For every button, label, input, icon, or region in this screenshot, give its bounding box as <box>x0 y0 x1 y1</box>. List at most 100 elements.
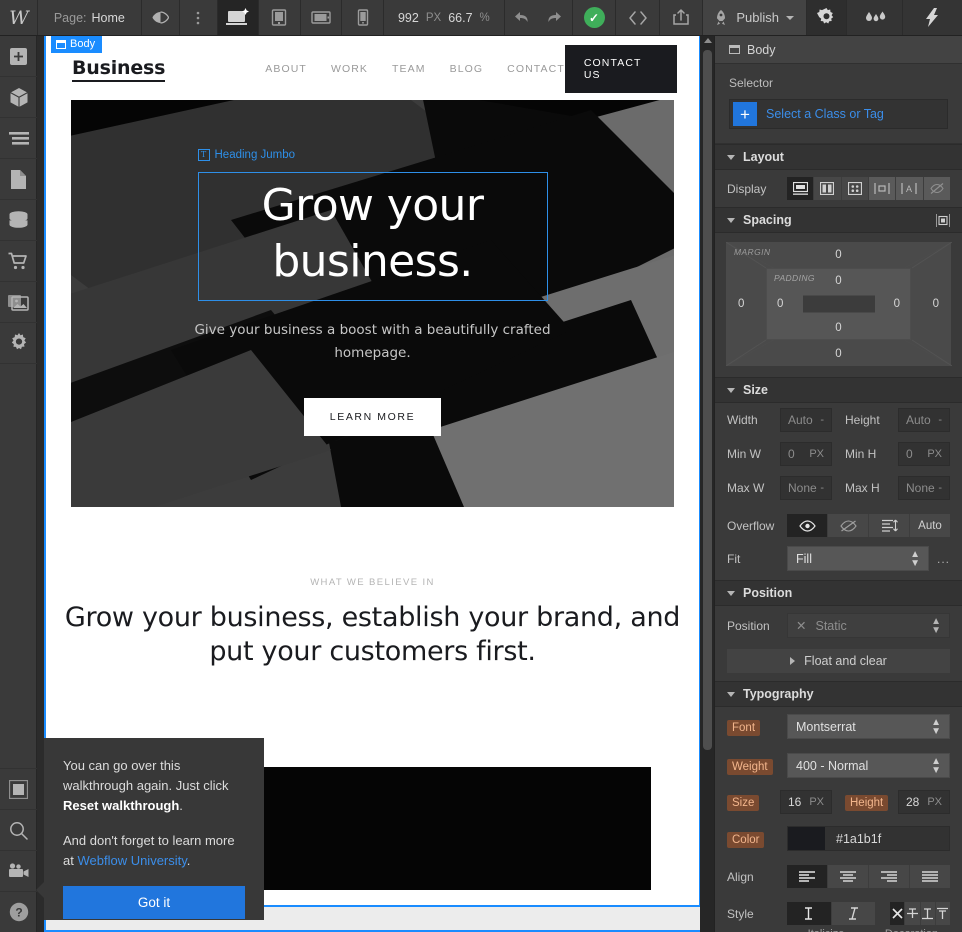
hero-subtext[interactable]: Give your business a boost with a beauti… <box>193 319 553 365</box>
hero-heading[interactable]: Grow your business. <box>199 178 547 290</box>
believe-section[interactable]: WHAT WE BELIEVE IN Grow your business, e… <box>46 507 699 669</box>
text-color-input[interactable]: #1a1b1f <box>787 826 950 851</box>
align-center-button[interactable] <box>828 865 869 888</box>
margin-right-value[interactable]: 0 <box>933 298 939 310</box>
section-header-layout[interactable]: Layout <box>715 144 962 170</box>
contact-us-button[interactable]: CONTACT US <box>564 45 677 93</box>
padding-bottom-value[interactable]: 0 <box>835 322 841 334</box>
padding-top-value[interactable]: 0 <box>835 275 841 287</box>
min-width-input[interactable]: 0 PX <box>780 442 832 466</box>
font-weight-select[interactable]: 400 - Normal ▲ ▼ <box>787 753 950 778</box>
sidebar-item-pages[interactable] <box>0 159 37 200</box>
padding-right-value[interactable]: 0 <box>894 298 900 310</box>
display-inline-block-button[interactable] <box>868 177 897 200</box>
device-tablet-landscape-button[interactable] <box>301 0 343 35</box>
position-select[interactable]: ✕ Static ▲ ▼ <box>787 613 950 638</box>
undo-arrow-icon[interactable] <box>514 11 531 24</box>
no-italic-button[interactable] <box>787 902 832 925</box>
overline-button[interactable] <box>935 902 950 925</box>
color-swatch[interactable] <box>788 827 825 850</box>
display-inline-button[interactable]: A <box>896 177 924 200</box>
device-tablet-button[interactable] <box>259 0 301 35</box>
display-grid-button[interactable] <box>841 177 869 200</box>
nav-link-blog[interactable]: BLOG <box>450 63 484 75</box>
display-none-button[interactable] <box>923 177 950 200</box>
align-left-button[interactable] <box>787 865 828 888</box>
margin-left-value[interactable]: 0 <box>738 298 744 310</box>
display-block-button[interactable] <box>787 177 815 200</box>
fit-select[interactable]: Fill ▲ ▼ <box>787 546 929 571</box>
sidebar-item-search[interactable] <box>0 809 37 850</box>
overflow-scroll-button[interactable] <box>869 514 910 537</box>
margin-bottom-value[interactable]: 0 <box>835 348 841 360</box>
project-settings-button[interactable] <box>806 0 847 35</box>
display-flex-button[interactable] <box>814 177 842 200</box>
margin-top-value[interactable]: 0 <box>835 249 841 261</box>
no-decoration-button[interactable] <box>890 902 906 925</box>
width-input[interactable]: Auto - <box>780 408 832 432</box>
line-height-input[interactable]: 28 PX <box>898 790 950 814</box>
font-size-input[interactable]: 16 PX <box>780 790 832 814</box>
canvas-scroll-thumb[interactable] <box>703 50 712 750</box>
save-status-button[interactable]: ✓ <box>573 0 617 35</box>
audit-panel-button[interactable] <box>846 0 904 35</box>
body-element-badge[interactable]: Body <box>51 36 103 53</box>
min-height-input[interactable]: 0 PX <box>898 442 950 466</box>
class-selector-input[interactable]: + Select a Class or Tag <box>729 99 948 129</box>
section-header-position[interactable]: Position <box>715 580 962 606</box>
fit-more-options-button[interactable]: ... <box>937 552 950 566</box>
overflow-auto-button[interactable]: Auto <box>910 514 950 537</box>
section-header-size[interactable]: Size <box>715 377 962 403</box>
page-selector[interactable]: Page: Home <box>38 0 142 35</box>
undo-redo-group[interactable] <box>505 0 573 35</box>
sidebar-item-navigator[interactable] <box>0 118 37 159</box>
spacing-preset-icon[interactable] <box>936 213 950 227</box>
scroll-up-arrow-icon[interactable] <box>704 38 712 43</box>
italic-button[interactable] <box>831 902 875 925</box>
hero-section[interactable]: T Heading Jumbo Grow your business. Give… <box>71 100 674 507</box>
strikethrough-button[interactable] <box>905 902 921 925</box>
align-right-button[interactable] <box>869 865 910 888</box>
sidebar-item-style-manager[interactable] <box>0 768 37 809</box>
learn-more-button[interactable]: LEARN MORE <box>303 397 442 436</box>
sidebar-item-add-elements[interactable] <box>0 36 37 77</box>
got-it-button[interactable]: Got it <box>63 886 245 919</box>
canvas-width-zoom[interactable]: 992 PX 66.7 % <box>384 0 505 35</box>
underline-button[interactable] <box>920 902 936 925</box>
nav-link-contact[interactable]: CONTACT <box>507 63 565 75</box>
redo-arrow-icon[interactable] <box>545 11 562 24</box>
nav-link-team[interactable]: TEAM <box>392 63 426 75</box>
site-navbar[interactable]: Business ABOUT WORK TEAM BLOG CONTACT CO… <box>46 38 699 100</box>
sidebar-item-symbols[interactable] <box>0 77 37 118</box>
font-family-select[interactable]: Montserrat ▲ ▼ <box>787 714 950 739</box>
style-panel-header[interactable]: Body <box>715 36 962 64</box>
overflow-visible-button[interactable] <box>787 514 828 537</box>
sidebar-item-assets[interactable] <box>0 282 37 323</box>
section-header-spacing[interactable]: Spacing <box>715 207 962 233</box>
more-options-button[interactable] <box>180 0 218 35</box>
publish-button[interactable]: Publish <box>703 0 807 35</box>
site-brand[interactable]: Business <box>72 57 165 82</box>
device-desktop-button[interactable] <box>217 0 260 35</box>
webflow-logo-button[interactable]: W <box>0 0 38 35</box>
spacing-widget[interactable]: MARGIN 0 0 0 0 PADDING 0 0 0 0 <box>726 242 952 366</box>
interactions-button[interactable] <box>903 0 962 35</box>
sidebar-item-ecommerce[interactable] <box>0 241 37 282</box>
section-header-typography[interactable]: Typography <box>715 681 962 707</box>
believe-heading[interactable]: Grow your business, establish your brand… <box>46 601 699 669</box>
height-input[interactable]: Auto - <box>898 408 950 432</box>
sidebar-item-video-tutorials[interactable] <box>0 850 37 891</box>
sidebar-item-settings[interactable] <box>0 323 37 364</box>
nav-link-about[interactable]: ABOUT <box>265 63 307 75</box>
device-mobile-button[interactable] <box>342 0 384 35</box>
canvas-scrollbar[interactable] <box>700 36 714 932</box>
align-justify-button[interactable] <box>910 865 950 888</box>
preview-toggle-button[interactable] <box>142 0 180 35</box>
padding-left-value[interactable]: 0 <box>777 298 783 310</box>
overflow-hidden-button[interactable] <box>828 514 869 537</box>
nav-link-work[interactable]: WORK <box>331 63 368 75</box>
selected-heading-element[interactable]: T Heading Jumbo Grow your business. <box>197 148 548 301</box>
max-height-input[interactable]: None - <box>898 476 950 500</box>
padding-widget[interactable]: PADDING 0 0 0 0 <box>766 268 911 340</box>
max-width-input[interactable]: None - <box>780 476 832 500</box>
